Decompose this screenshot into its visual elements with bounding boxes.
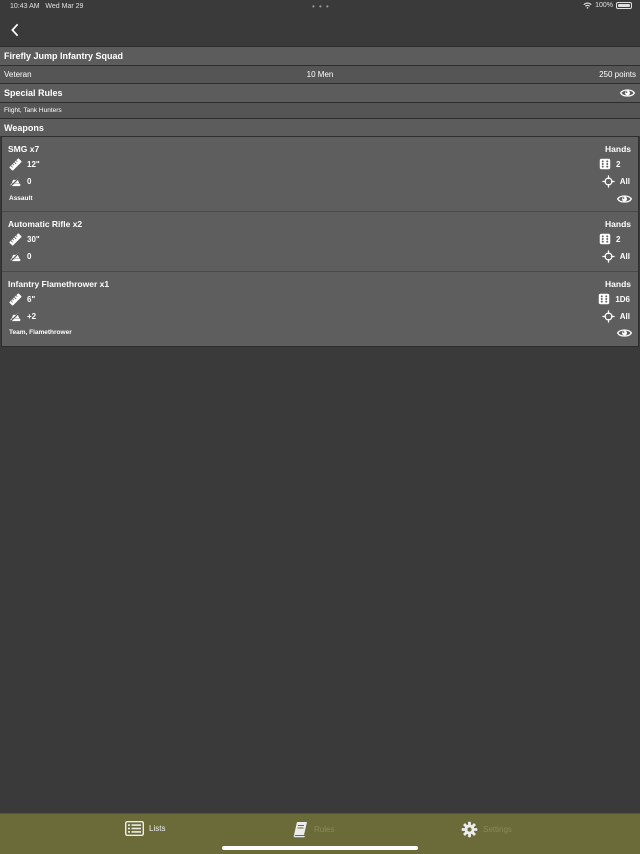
tab-lists[interactable]: Lists [125, 821, 165, 836]
dice-icon [599, 233, 611, 245]
weapon-rules-eye-button[interactable] [617, 194, 632, 204]
unit-points: 250 points [599, 70, 637, 79]
weapon-arc-value: All [619, 177, 630, 186]
weapon-penetration-value: 0 [27, 177, 32, 186]
weapon-penetration-value: +2 [27, 312, 37, 321]
ruler-icon [9, 233, 22, 246]
home-indicator [222, 846, 418, 850]
weapons-title: Weapons [4, 122, 44, 133]
anti-tank-icon [9, 175, 22, 188]
weapon-range: 6" [9, 293, 35, 306]
weapon-name: Automatic Rifle x2 [8, 219, 83, 229]
eye-icon [620, 88, 635, 98]
battery-percent: 100% [595, 2, 613, 9]
book-icon [293, 822, 307, 838]
unit-info-bar: Veteran 10 Men 250 points [0, 65, 640, 83]
status-bar: 10:43 AM Wed Mar 29 • • • 100% [0, 0, 640, 14]
special-rules-title: Special Rules [4, 88, 63, 98]
weapon-arc: All [602, 250, 630, 263]
special-rules-eye-button[interactable] [620, 88, 635, 98]
weapon-name: Infantry Flamethrower x1 [8, 279, 110, 289]
special-rules-text-row: Flight, Tank Hunters [0, 102, 640, 118]
tab-rules[interactable]: Rules [292, 821, 334, 838]
anti-tank-icon [9, 310, 22, 323]
weapon-range: 30" [9, 233, 40, 246]
nav-bar [0, 14, 640, 46]
tab-settings-label: Settings [483, 825, 512, 834]
weapon-shots-value: 2 [616, 159, 621, 169]
wifi-icon [583, 2, 592, 9]
special-rules-header: Special Rules [0, 83, 640, 102]
unit-size: 10 Men [306, 70, 334, 79]
weapon-range-value: 30" [27, 235, 40, 244]
weapon-card: Infantry Flamethrower x1 Hands 6" +2 1D6… [2, 272, 638, 346]
status-time-date: 10:43 AM Wed Mar 29 [10, 3, 84, 10]
unit-title-bar: Firefly Jump Infantry Squad [0, 46, 640, 65]
tab-settings[interactable]: Settings [461, 821, 512, 838]
multitasking-dots: • • • [312, 2, 330, 11]
weapon-shots: 1D6 [598, 293, 630, 305]
weapon-arc-value: All [619, 252, 630, 261]
dice-icon [599, 158, 611, 170]
ruler-icon [9, 293, 22, 306]
weapon-type: Hands [605, 219, 631, 229]
weapon-penetration: 0 [9, 175, 31, 188]
weapon-range: 12" [9, 158, 40, 171]
list-icon [125, 821, 144, 836]
weapon-shots-value: 2 [616, 234, 621, 244]
weapon-penetration: 0 [9, 250, 31, 263]
weapon-penetration-value: 0 [27, 252, 32, 261]
weapon-type: Hands [605, 144, 631, 154]
weapon-card: Automatic Rifle x2 Hands 30" 0 2 All [2, 212, 638, 272]
weapon-rules: Assault [9, 195, 33, 202]
special-rules-text: Flight, Tank Hunters [4, 107, 62, 114]
weapon-range-value: 12" [27, 160, 40, 169]
weapon-arc-value: All [619, 312, 630, 321]
chevron-left-icon [11, 23, 19, 37]
weapons-list: SMG x7 Hands 12" 0 2 All Assault Automat… [1, 136, 639, 347]
weapon-shots: 2 [599, 158, 630, 170]
status-right: 100% [583, 2, 632, 9]
unit-rating: Veteran [4, 70, 32, 79]
weapon-penetration: +2 [9, 310, 36, 323]
tab-rules-label: Rules [314, 825, 335, 834]
weapon-rules-eye-button[interactable] [617, 328, 632, 338]
tab-lists-label: Lists [149, 824, 166, 833]
weapon-range-value: 6" [27, 295, 36, 304]
weapon-name: SMG x7 [8, 144, 40, 154]
weapons-header: Weapons [0, 118, 640, 136]
anti-tank-icon [9, 250, 22, 263]
back-button[interactable] [4, 19, 26, 41]
crosshair-icon [602, 175, 615, 188]
gear-icon [461, 821, 478, 838]
weapon-shots: 2 [599, 233, 630, 245]
eye-icon [617, 328, 632, 338]
dice-icon [598, 293, 610, 305]
weapon-arc: All [602, 175, 630, 188]
battery-icon [616, 2, 632, 9]
weapon-rules: Team, Flamethrower [9, 329, 72, 336]
crosshair-icon [602, 310, 615, 323]
weapon-shots-value: 1D6 [615, 294, 630, 304]
weapon-arc: All [602, 310, 630, 323]
crosshair-icon [602, 250, 615, 263]
ruler-icon [9, 158, 22, 171]
weapon-card: SMG x7 Hands 12" 0 2 All Assault [2, 137, 638, 212]
eye-icon [617, 194, 632, 204]
weapon-type: Hands [605, 279, 631, 289]
unit-name: Firefly Jump Infantry Squad [4, 51, 124, 61]
tab-bar: Lists Rules Settings [0, 813, 640, 854]
